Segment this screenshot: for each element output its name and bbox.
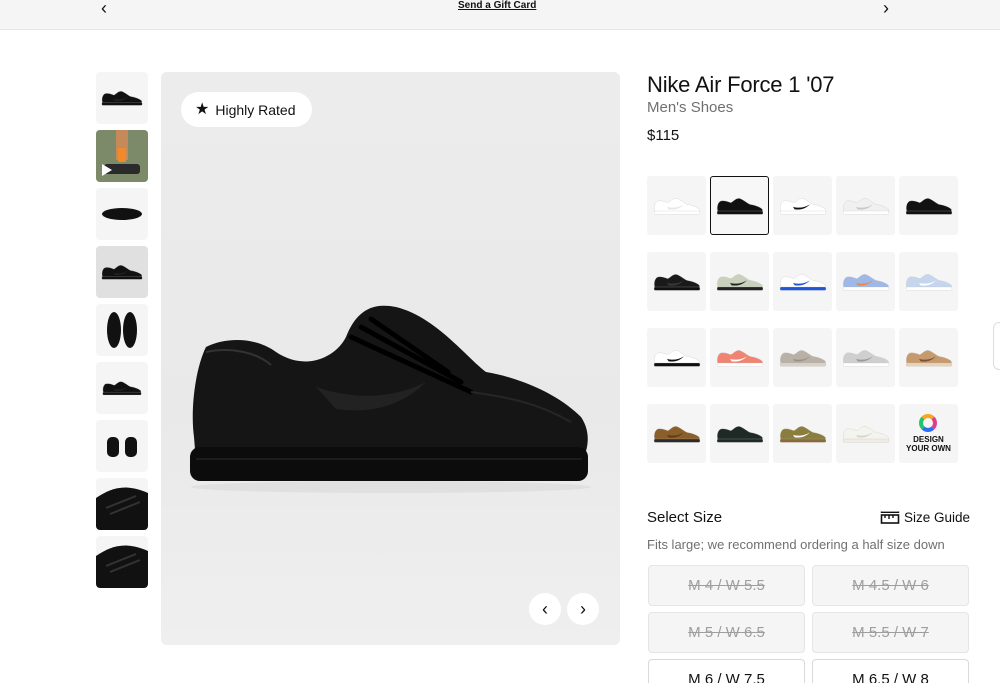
- ruler-icon: [880, 511, 900, 524]
- colorway-swatch-5[interactable]: [899, 176, 958, 235]
- thumbnail-list: [96, 72, 148, 594]
- colorway-swatch-9[interactable]: [836, 252, 895, 311]
- colorway-swatch-8[interactable]: [773, 252, 832, 311]
- gallery-prev-button[interactable]: ‹: [529, 593, 561, 625]
- colorway-swatch-18[interactable]: [773, 404, 832, 463]
- size-option[interactable]: M 5.5 / W 7: [812, 612, 969, 653]
- gift-card-link[interactable]: Send a Gift Card: [458, 0, 536, 11]
- star-icon: ★: [195, 100, 210, 118]
- colorway-swatch-7[interactable]: [710, 252, 769, 311]
- promo-prev-arrow-icon[interactable]: ‹: [101, 0, 107, 19]
- colorway-picker: DESIGN YOUR OWN: [647, 176, 962, 463]
- hero-shoe-image: [190, 305, 591, 493]
- thumbnail-5[interactable]: [96, 304, 148, 356]
- thumbnail-9[interactable]: [96, 536, 148, 588]
- colorway-swatch-13[interactable]: [773, 328, 832, 387]
- size-option[interactable]: M 5 / W 6.5: [648, 612, 805, 653]
- colorway-swatch-14[interactable]: [836, 328, 895, 387]
- select-size-label: Select Size: [647, 509, 723, 526]
- product-price: $115: [647, 127, 680, 144]
- product-info: Nike Air Force 1 '07 Men's Shoes $115: [647, 72, 972, 144]
- product-title: Nike Air Force 1 '07: [647, 72, 835, 97]
- play-icon: [102, 164, 112, 176]
- colorway-swatch-1[interactable]: [647, 176, 706, 235]
- colorway-swatch-16[interactable]: [647, 404, 706, 463]
- colorway-swatch-17[interactable]: [710, 404, 769, 463]
- colorway-swatch-15[interactable]: [899, 328, 958, 387]
- thumbnail-6[interactable]: [96, 362, 148, 414]
- design-your-own-swatch[interactable]: DESIGN YOUR OWN: [899, 404, 958, 463]
- thumbnail-1[interactable]: [96, 72, 148, 124]
- size-option[interactable]: M 4.5 / W 6: [812, 565, 969, 606]
- highly-rated-badge: ★ Highly Rated: [181, 92, 312, 127]
- thumbnail-2[interactable]: [96, 130, 148, 182]
- promo-bar: ‹ Send a Gift Card ›: [0, 0, 1000, 30]
- colorway-swatch-6[interactable]: [647, 252, 706, 311]
- fit-note: Fits large; we recommend ordering a half…: [647, 537, 945, 552]
- size-header: Select Size Size Guide: [647, 509, 970, 529]
- thumbnail-4[interactable]: [96, 246, 148, 298]
- product-subtitle: Men's Shoes: [647, 99, 734, 116]
- side-panel-tab[interactable]: [993, 322, 1000, 370]
- dyo-line2: YOUR OWN: [906, 444, 951, 453]
- thumbnail-7[interactable]: [96, 420, 148, 472]
- colorway-swatch-2[interactable]: [710, 176, 769, 235]
- size-guide-label: Size Guide: [903, 510, 970, 525]
- color-wheel-icon: [919, 414, 938, 432]
- thumbnail-8[interactable]: [96, 478, 148, 530]
- size-option[interactable]: M 4 / W 5.5: [648, 565, 805, 606]
- colorway-swatch-11[interactable]: [647, 328, 706, 387]
- colorway-swatch-4[interactable]: [836, 176, 895, 235]
- size-guide-link[interactable]: Size Guide: [880, 510, 970, 525]
- colorway-swatch-10[interactable]: [899, 252, 958, 311]
- size-option[interactable]: M 6.5 / W 8: [812, 659, 969, 683]
- gallery-next-button[interactable]: ›: [567, 593, 599, 625]
- dyo-line1: DESIGN: [913, 435, 944, 444]
- promo-next-arrow-icon[interactable]: ›: [883, 0, 889, 19]
- colorway-swatch-3[interactable]: [773, 176, 832, 235]
- size-option[interactable]: M 6 / W 7.5: [648, 659, 805, 683]
- thumbnail-3[interactable]: [96, 188, 148, 240]
- size-grid: M 4 / W 5.5 M 4.5 / W 6M 5 / W 6.5 M 5.5 /…: [648, 565, 969, 683]
- colorway-swatch-19[interactable]: [836, 404, 895, 463]
- colorway-swatch-12[interactable]: [710, 328, 769, 387]
- hero-image: ★ Highly Rated ‹ ›: [161, 72, 620, 645]
- badge-label: Highly Rated: [215, 101, 296, 118]
